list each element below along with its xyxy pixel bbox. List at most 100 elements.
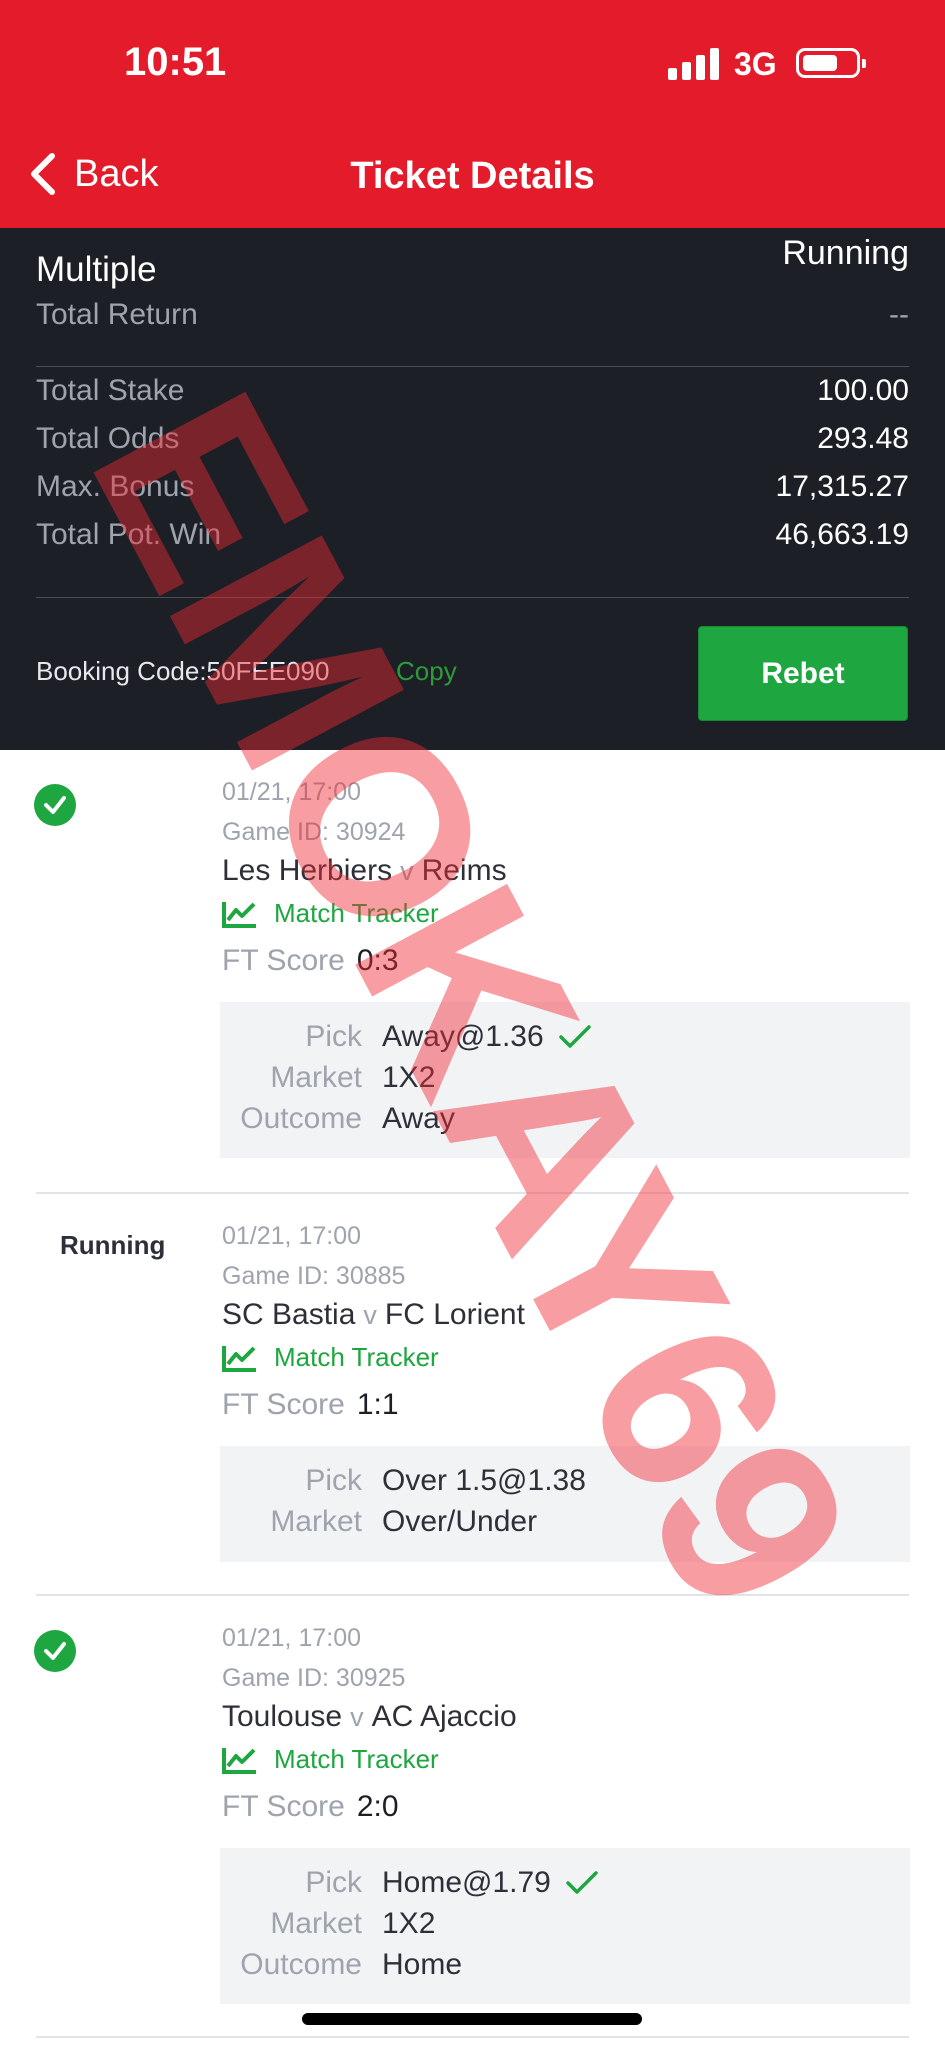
market-label: Market: [270, 1061, 362, 1094]
won-check-icon: [34, 1630, 76, 1672]
summary-divider: [36, 366, 909, 367]
total-return-value: --: [889, 298, 909, 331]
home-team: SC Bastia: [222, 1298, 356, 1331]
outcome-label: Outcome: [240, 1948, 362, 1981]
line-chart-icon: [222, 1345, 256, 1372]
match-tracker-label: Match Tracker: [274, 898, 439, 928]
pick-row: Pick Home@1.79: [220, 1866, 910, 1900]
versus: v: [400, 856, 414, 886]
outcome-row: Outcome Home: [220, 1948, 910, 1982]
market-label: Market: [270, 1907, 362, 1940]
total-odds-value: 293.48: [817, 422, 909, 455]
total-stake-label: Total Stake: [36, 374, 185, 407]
check-icon: [558, 1025, 591, 1048]
game-id: Game ID: 30885: [222, 1262, 406, 1290]
line-chart-icon: [222, 901, 256, 928]
game-id: Game ID: 30924: [222, 818, 406, 846]
ft-score-value: 2:0: [356, 1790, 399, 1823]
total-pot-win-row: Total Pot. Win 46,663.19: [36, 518, 909, 552]
match-teams: Toulouse v AC Ajaccio: [222, 1700, 517, 1734]
outcome-value: Away: [382, 1102, 455, 1135]
pick-value: Away@1.36: [382, 1020, 544, 1053]
pick-row: Pick Over 1.5@1.38: [220, 1464, 910, 1498]
selection-item: Running 01/21, 17:00 Game ID: 30885 SC B…: [0, 1194, 945, 1596]
battery-icon: [796, 48, 866, 78]
total-stake-value: 100.00: [817, 374, 909, 407]
market-row: Market 1X2: [220, 1061, 910, 1095]
summary-divider: [36, 597, 909, 598]
match-tracker-label: Match Tracker: [274, 1342, 439, 1372]
total-stake-row: Total Stake 100.00: [36, 374, 909, 408]
max-bonus-row: Max. Bonus 17,315.27: [36, 470, 909, 504]
market-row: Market 1X2: [220, 1907, 910, 1941]
total-pot-win-label: Total Pot. Win: [36, 518, 222, 551]
total-odds-label: Total Odds: [36, 422, 180, 455]
won-check-icon: [34, 784, 76, 826]
top-bar: 10:51 3G Back Ticket Details: [0, 0, 945, 228]
selection-item: 01/21, 17:00 Game ID: 30925 Toulouse v AC …: [0, 1596, 945, 2046]
home-team: Toulouse: [222, 1700, 343, 1733]
pick-label: Pick: [305, 1866, 362, 1899]
away-team: Reims: [421, 854, 507, 887]
page-title: Ticket Details: [350, 155, 595, 197]
match-date: 01/21, 17:00: [222, 1624, 362, 1652]
ft-score-label: FT Score: [222, 944, 345, 977]
match-date: 01/21, 17:00: [222, 1222, 362, 1250]
ft-score-label: FT Score: [222, 1388, 345, 1421]
versus: v: [350, 1702, 364, 1732]
home-indicator: [302, 2013, 642, 2025]
rebet-button[interactable]: Rebet: [698, 626, 908, 721]
selection-divider: [36, 2036, 909, 2038]
total-pot-win-value: 46,663.19: [775, 518, 909, 551]
market-label: Market: [270, 1505, 362, 1538]
market-value: 1X2: [382, 1907, 436, 1940]
pick-details: Pick Over 1.5@1.38 Market Over/Under: [220, 1446, 910, 1562]
ft-score-label: FT Score: [222, 1790, 345, 1823]
match-date: 01/21, 17:00: [222, 778, 362, 806]
away-team: AC Ajaccio: [371, 1700, 517, 1733]
match-tracker-link[interactable]: Match Tracker: [222, 898, 439, 929]
ft-score-value: 0:3: [356, 944, 399, 977]
copy-button[interactable]: Copy: [396, 656, 457, 687]
market-value: 1X2: [382, 1061, 436, 1094]
check-icon: [566, 1871, 598, 1894]
match-tracker-label: Match Tracker: [274, 1744, 439, 1774]
ft-score: FT Score 0:3: [222, 944, 399, 978]
total-return-label: Total Return: [36, 298, 198, 331]
outcome-value: Home: [382, 1948, 463, 1981]
max-bonus-label: Max. Bonus: [36, 470, 195, 503]
outcome-label: Outcome: [240, 1102, 362, 1135]
pick-value: Home@1.79: [382, 1866, 551, 1899]
match-teams: Les Herbiers v Reims: [222, 854, 507, 888]
pick-row: Pick Away@1.36: [220, 1020, 910, 1054]
total-odds-row: Total Odds 293.48: [36, 422, 909, 456]
versus: v: [363, 1300, 377, 1330]
pick-details: Pick Away@1.36 Market 1X2 Outcome Away: [220, 1002, 910, 1158]
market-row: Market Over/Under: [220, 1505, 910, 1539]
match-tracker-link[interactable]: Match Tracker: [222, 1744, 439, 1775]
pick-label: Pick: [305, 1464, 362, 1497]
max-bonus-value: 17,315.27: [775, 470, 909, 503]
market-value: Over/Under: [382, 1505, 538, 1538]
ft-score: FT Score 1:1: [222, 1388, 399, 1422]
status-time: 10:51: [124, 40, 227, 84]
signal-icon: [668, 46, 720, 80]
outcome-row: Outcome Away: [220, 1102, 910, 1136]
booking-code: Booking Code:50FEE090: [36, 656, 330, 686]
away-team: FC Lorient: [384, 1298, 525, 1331]
line-chart-icon: [222, 1747, 256, 1774]
bet-type: Multiple: [36, 250, 157, 289]
selection-status: Running: [60, 1230, 166, 1260]
match-teams: SC Bastia v FC Lorient: [222, 1298, 525, 1332]
pick-value: Over 1.5@1.38: [382, 1464, 586, 1497]
ft-score: FT Score 2:0: [222, 1790, 399, 1824]
ticket-status: Running: [782, 234, 909, 272]
match-tracker-link[interactable]: Match Tracker: [222, 1342, 439, 1373]
pick-details: Pick Home@1.79 Market 1X2 Outcome Home: [220, 1848, 910, 2004]
home-team: Les Herbiers: [222, 854, 393, 887]
game-id: Game ID: 30925: [222, 1664, 406, 1692]
selection-item: 01/21, 17:00 Game ID: 30924 Les Herbiers…: [0, 750, 945, 1194]
ft-score-value: 1:1: [356, 1388, 399, 1421]
ticket-summary: Multiple Running Total Return -- Total S…: [0, 228, 945, 750]
network-type: 3G: [734, 46, 777, 82]
